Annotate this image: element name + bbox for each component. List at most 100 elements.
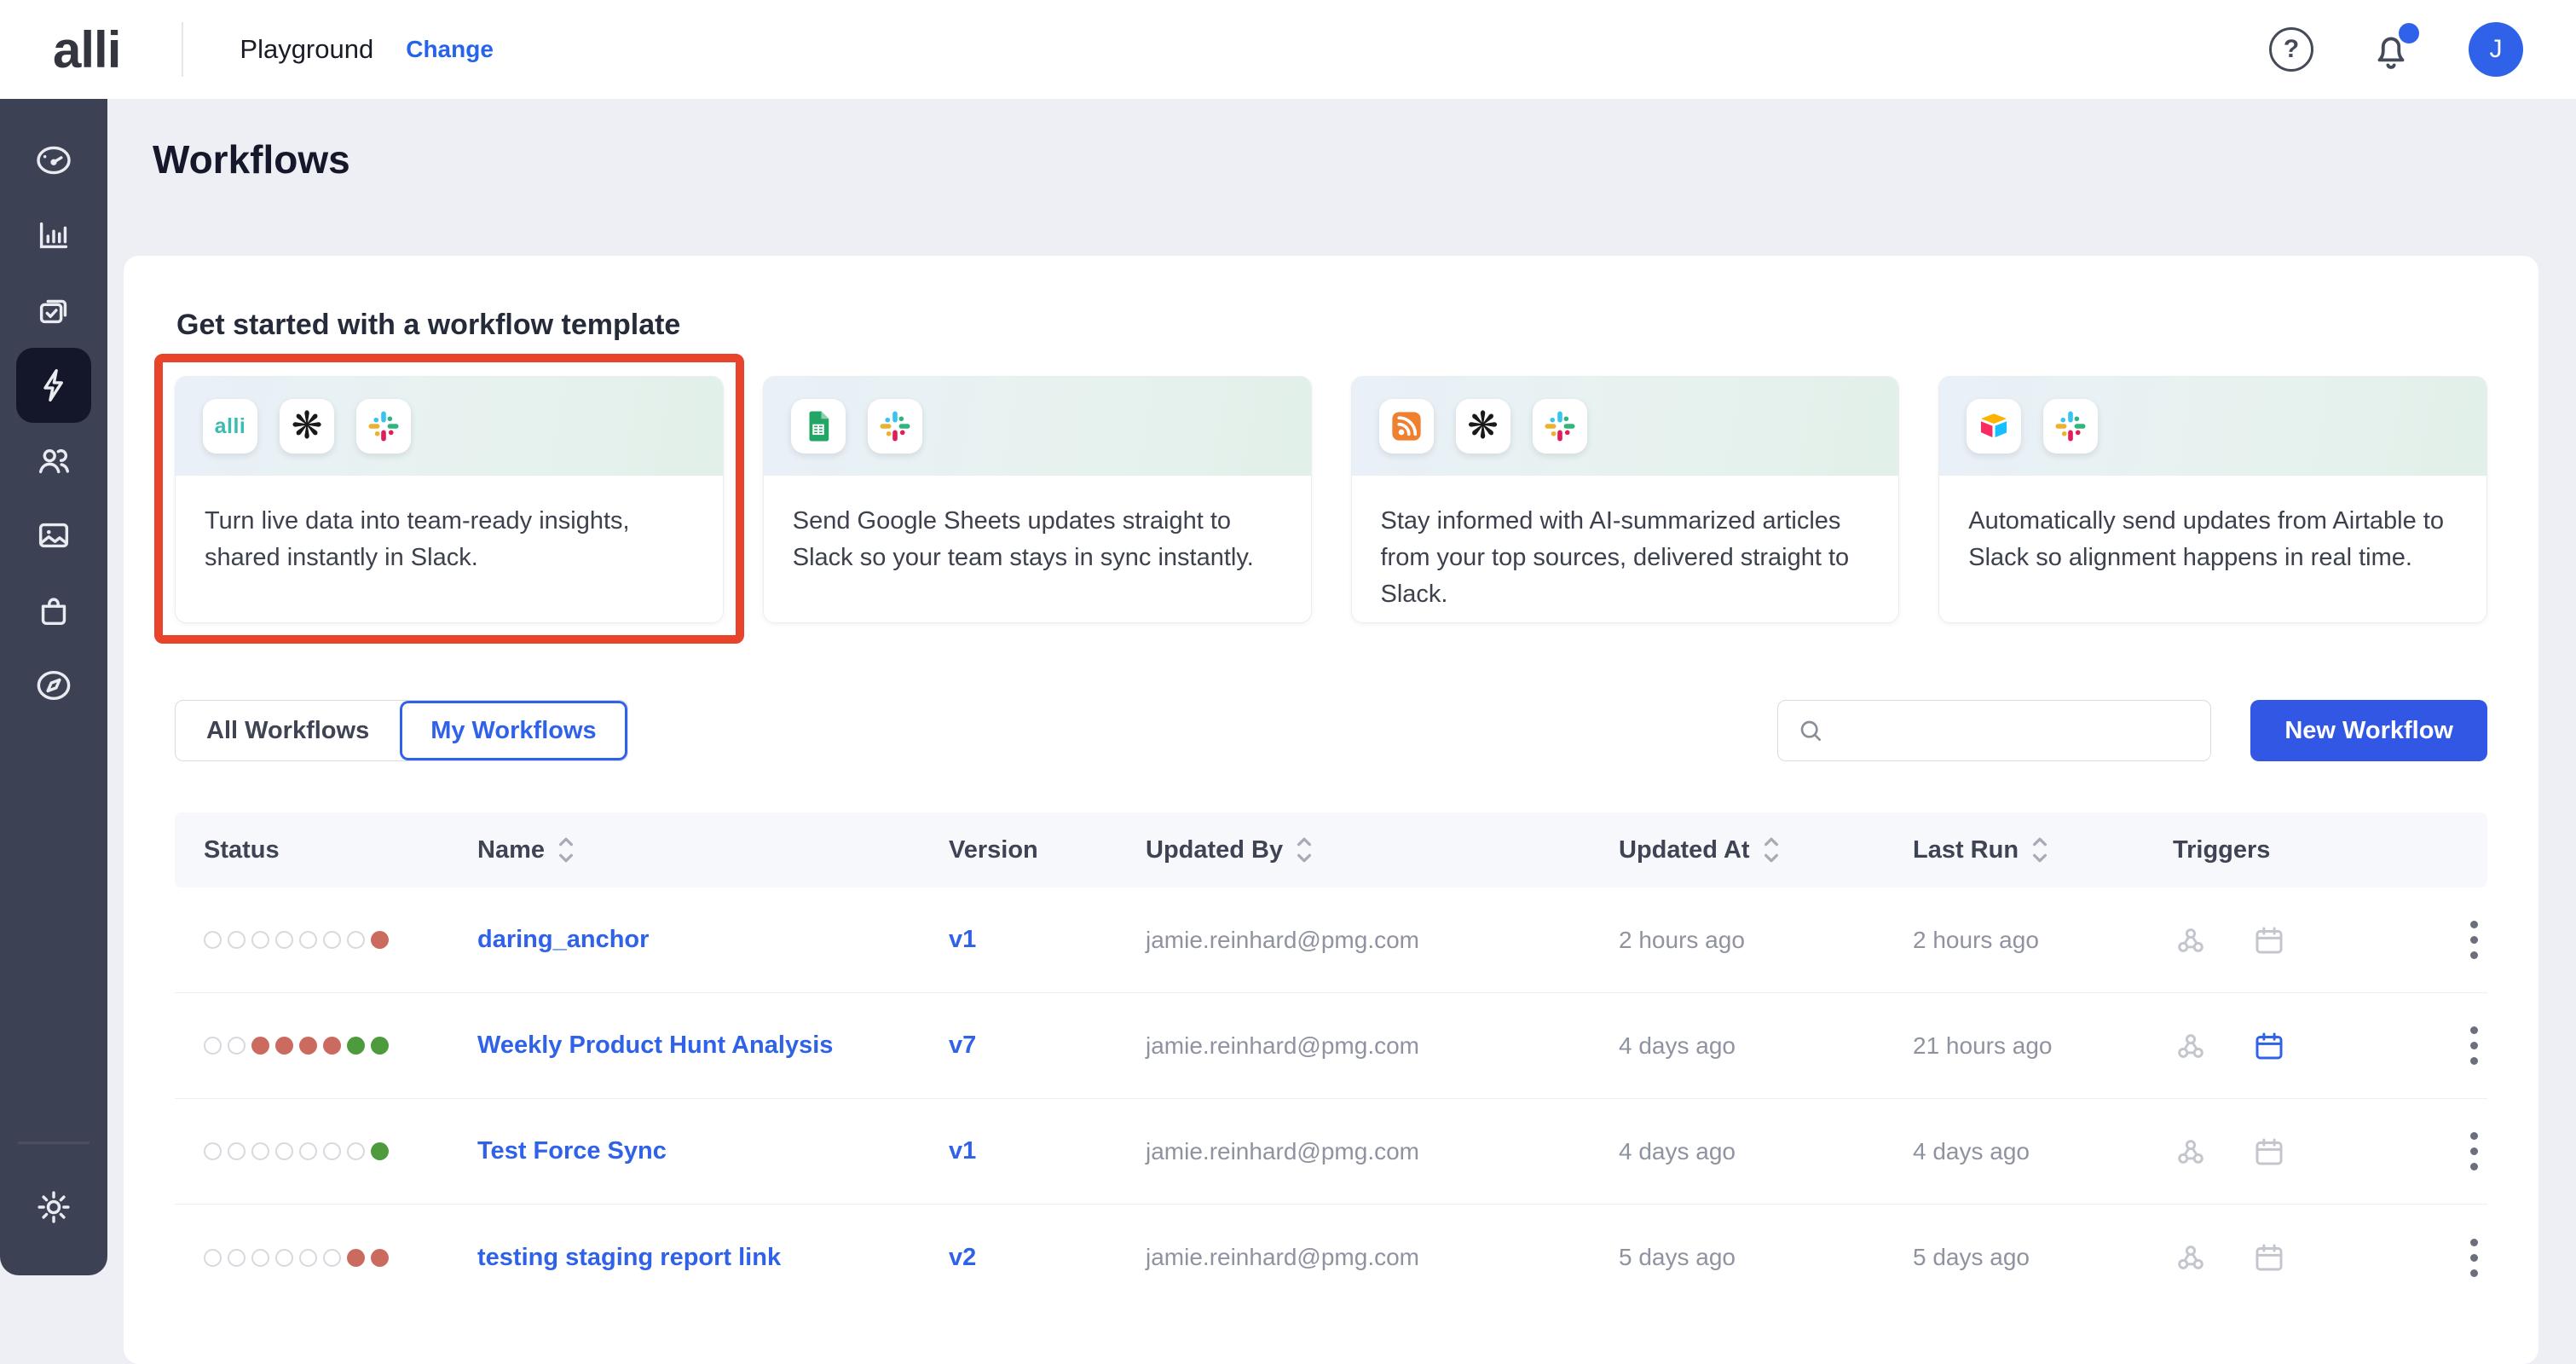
workflow-name-link[interactable]: Weekly Product Hunt Analysis <box>477 1032 949 1060</box>
status-dot <box>251 1037 269 1055</box>
sort-icon[interactable] <box>1762 833 1781 867</box>
sidebar-item-media[interactable] <box>16 498 91 573</box>
column-name[interactable]: Name <box>477 833 949 867</box>
status-dot <box>275 1142 293 1160</box>
sidebar <box>0 99 107 1275</box>
status-dot <box>347 1142 365 1160</box>
column-version: Version <box>949 836 1146 864</box>
card-band: ❋ <box>1352 377 1899 476</box>
search-input[interactable] <box>1838 705 2210 756</box>
status-dot <box>347 1037 365 1055</box>
help-icon[interactable]: ? <box>2269 27 2313 72</box>
sidebar-item-analytics[interactable] <box>16 198 91 273</box>
updated-at-cell: 5 days ago <box>1619 1244 1913 1271</box>
tab-my-workflows[interactable]: My Workflows <box>400 701 627 760</box>
status-dots <box>204 1142 477 1160</box>
webhook-trigger-icon <box>2173 1134 2209 1170</box>
updated-by-cell: jamie.reinhard@pmg.com <box>1146 1138 1619 1165</box>
column-last-run[interactable]: Last Run <box>1913 833 2173 867</box>
sidebar-item-dashboard[interactable] <box>16 123 91 198</box>
status-dot <box>371 931 389 949</box>
card-description: Send Google Sheets updates straight to S… <box>764 476 1311 576</box>
table-row: Test Force Sync v1 jamie.reinhard@pmg.co… <box>175 1099 2487 1205</box>
row-menu-button[interactable] <box>2460 916 2487 964</box>
status-dot <box>323 1249 341 1267</box>
sidebar-item-explore[interactable] <box>16 648 91 723</box>
last-run-cell: 21 hours ago <box>1913 1032 2173 1060</box>
users-icon <box>34 441 73 480</box>
last-run-cell: 5 days ago <box>1913 1244 2173 1271</box>
sort-icon[interactable] <box>1295 833 1314 867</box>
status-dot <box>299 1249 317 1267</box>
sidebar-item-shopping[interactable] <box>16 573 91 648</box>
template-card-rss-openai-slack[interactable]: ❋ Stay informed with AI-summarized artic… <box>1351 376 1900 623</box>
status-dot <box>371 1249 389 1267</box>
notifications-button[interactable] <box>2368 26 2414 72</box>
card-description: Automatically send updates from Airtable… <box>1939 476 2486 576</box>
calendar-trigger-icon <box>2251 1028 2287 1064</box>
updated-by-cell: jamie.reinhard@pmg.com <box>1146 1244 1619 1271</box>
bar-chart-icon <box>34 216 73 255</box>
new-workflow-button[interactable]: New Workflow <box>2250 700 2487 761</box>
row-menu-button[interactable] <box>2460 1021 2487 1070</box>
row-menu-button[interactable] <box>2460 1234 2487 1282</box>
status-dot <box>323 1142 341 1160</box>
template-card-airtable-slack[interactable]: Automatically send updates from Airtable… <box>1938 376 2487 623</box>
status-dot <box>204 931 222 949</box>
updated-by-cell: jamie.reinhard@pmg.com <box>1146 927 1619 954</box>
webhook-trigger-icon <box>2173 922 2209 958</box>
slack-icon <box>868 399 922 454</box>
card-band <box>764 377 1311 476</box>
template-card-sheets-slack[interactable]: Send Google Sheets updates straight to S… <box>763 376 1312 623</box>
sort-icon[interactable] <box>557 833 575 867</box>
status-dot <box>275 1037 293 1055</box>
avatar[interactable]: J <box>2469 22 2523 77</box>
status-dot <box>323 1037 341 1055</box>
status-dot <box>204 1037 222 1055</box>
change-workspace-link[interactable]: Change <box>406 36 494 63</box>
column-triggers: Triggers <box>2173 836 2460 864</box>
workflow-name-link[interactable]: daring_anchor <box>477 926 949 954</box>
column-updated-at[interactable]: Updated At <box>1619 833 1913 867</box>
lightning-icon <box>34 366 73 405</box>
last-run-cell: 4 days ago <box>1913 1138 2173 1165</box>
tab-all-workflows[interactable]: All Workflows <box>176 701 400 760</box>
template-cards: alli ❋ Turn live data into team-ready in… <box>175 376 2487 623</box>
gauge-icon <box>34 141 73 180</box>
image-icon <box>34 516 73 555</box>
workflow-name-link[interactable]: Test Force Sync <box>477 1137 949 1165</box>
row-menu-button[interactable] <box>2460 1127 2487 1176</box>
webhook-trigger-icon <box>2173 1240 2209 1275</box>
sidebar-item-tasks[interactable] <box>16 273 91 348</box>
status-dot <box>275 1249 293 1267</box>
card-band <box>1939 377 2486 476</box>
search-box[interactable] <box>1777 700 2211 761</box>
updated-at-cell: 2 hours ago <box>1619 927 1913 954</box>
version-link[interactable]: v2 <box>949 1244 1146 1272</box>
column-updated-by[interactable]: Updated By <box>1146 833 1619 867</box>
template-card-alli-openai-slack[interactable]: alli ❋ Turn live data into team-ready in… <box>175 376 724 623</box>
rss-icon <box>1379 399 1434 454</box>
bag-icon <box>34 591 73 630</box>
compass-icon <box>34 666 73 705</box>
version-link[interactable]: v1 <box>949 1137 1146 1165</box>
sidebar-item-workflows[interactable] <box>16 348 91 423</box>
version-link[interactable]: v1 <box>949 926 1146 954</box>
sort-icon[interactable] <box>2030 833 2049 867</box>
workflow-name-link[interactable]: testing staging report link <box>477 1244 949 1272</box>
status-dot <box>347 1249 365 1267</box>
updated-at-cell: 4 days ago <box>1619 1032 1913 1060</box>
table-row: daring_anchor v1 jamie.reinhard@pmg.com … <box>175 887 2487 993</box>
table-row: Weekly Product Hunt Analysis v7 jamie.re… <box>175 993 2487 1099</box>
topbar-divider <box>182 22 183 77</box>
last-run-cell: 2 hours ago <box>1913 927 2173 954</box>
version-link[interactable]: v7 <box>949 1032 1146 1060</box>
webhook-trigger-icon <box>2173 1028 2209 1064</box>
updated-by-cell: jamie.reinhard@pmg.com <box>1146 1032 1619 1060</box>
sidebar-item-settings[interactable] <box>16 1170 91 1245</box>
calendar-trigger-icon <box>2251 922 2287 958</box>
workflows-toolbar: All Workflows My Workflows New Workflow <box>175 700 2487 761</box>
sidebar-item-audiences[interactable] <box>16 423 91 498</box>
status-dots <box>204 931 477 949</box>
card-description: Stay informed with AI-summarized article… <box>1352 476 1899 613</box>
